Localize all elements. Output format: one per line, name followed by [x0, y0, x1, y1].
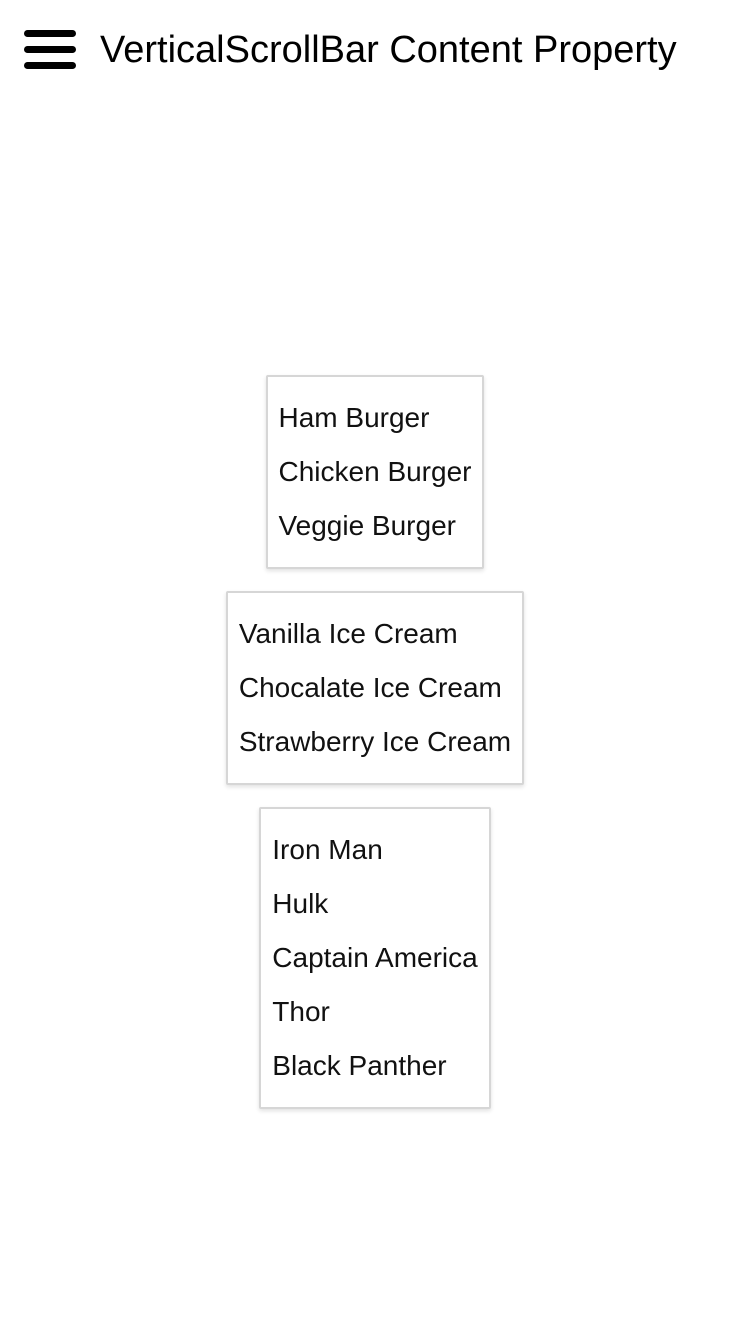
- list-item[interactable]: Strawberry Ice Cream: [239, 715, 511, 769]
- app-screen: VerticalScrollBar Content Property Ham B…: [0, 0, 750, 1334]
- list-item[interactable]: Black Panther: [272, 1039, 477, 1093]
- app-header: VerticalScrollBar Content Property: [0, 0, 750, 100]
- ice-cream-list[interactable]: Vanilla Ice Cream Chocalate Ice Cream St…: [225, 591, 525, 785]
- menu-bar-bottom: [24, 62, 76, 69]
- list-item[interactable]: Hulk: [272, 877, 477, 931]
- list-item[interactable]: Thor: [272, 985, 477, 1039]
- hamburger-menu-icon[interactable]: [22, 28, 78, 72]
- menu-bar-middle: [24, 46, 76, 53]
- list-item[interactable]: Chicken Burger: [279, 445, 472, 499]
- list-item[interactable]: Iron Man: [272, 823, 477, 877]
- lists-container: Ham Burger Chicken Burger Veggie Burger …: [0, 375, 750, 1131]
- list-item[interactable]: Captain America: [272, 931, 477, 985]
- list-item[interactable]: Ham Burger: [279, 391, 472, 445]
- superhero-list[interactable]: Iron Man Hulk Captain America Thor Black…: [259, 807, 491, 1109]
- list-item[interactable]: Chocalate Ice Cream: [239, 661, 511, 715]
- page-title: VerticalScrollBar Content Property: [100, 29, 677, 71]
- list-item[interactable]: Vanilla Ice Cream: [239, 607, 511, 661]
- menu-bar-top: [24, 30, 76, 37]
- list-item[interactable]: Veggie Burger: [279, 499, 472, 553]
- burger-list[interactable]: Ham Burger Chicken Burger Veggie Burger: [265, 375, 485, 569]
